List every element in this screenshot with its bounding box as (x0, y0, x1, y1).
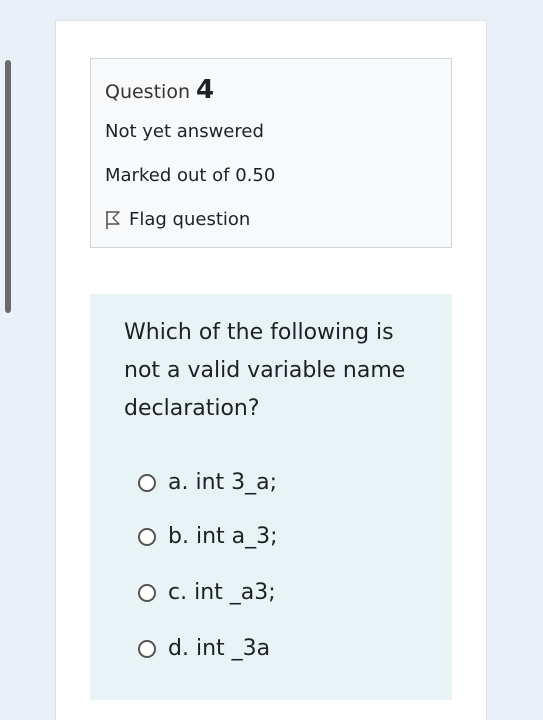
radio-a[interactable] (138, 473, 156, 492)
radio-c[interactable] (138, 583, 156, 602)
question-label: Question (105, 81, 190, 103)
question-title: Question 4 (105, 75, 214, 105)
flag-question-label: Flag question (129, 209, 251, 230)
flag-icon (106, 210, 120, 229)
question-content: Which of the following is not a valid va… (90, 294, 452, 700)
question-number: 4 (195, 75, 215, 105)
answer-option-d[interactable]: d. int _3a (138, 636, 270, 661)
option-label-a: a. int 3_a; (168, 470, 278, 495)
radio-d[interactable] (138, 639, 156, 658)
question-marks: Marked out of 0.50 (105, 165, 276, 186)
flag-question-link[interactable]: Flag question (105, 209, 250, 230)
answer-option-c[interactable]: c. int _a3; (138, 580, 276, 605)
question-prompt: Which of the following is not a valid va… (124, 320, 406, 421)
option-label-b: b. int a_3; (168, 524, 278, 549)
option-label-d: d. int _3a (168, 636, 271, 661)
answer-option-b[interactable]: b. int a_3; (138, 524, 278, 549)
question-status: Not yet answered (105, 121, 264, 142)
question-info-panel: Question 4 Not yet answered Marked out o… (90, 58, 452, 248)
option-label-c: c. int _a3; (168, 580, 276, 605)
scrollbar[interactable] (5, 60, 11, 313)
radio-b[interactable] (138, 527, 156, 546)
answer-option-a[interactable]: a. int 3_a; (138, 470, 277, 495)
